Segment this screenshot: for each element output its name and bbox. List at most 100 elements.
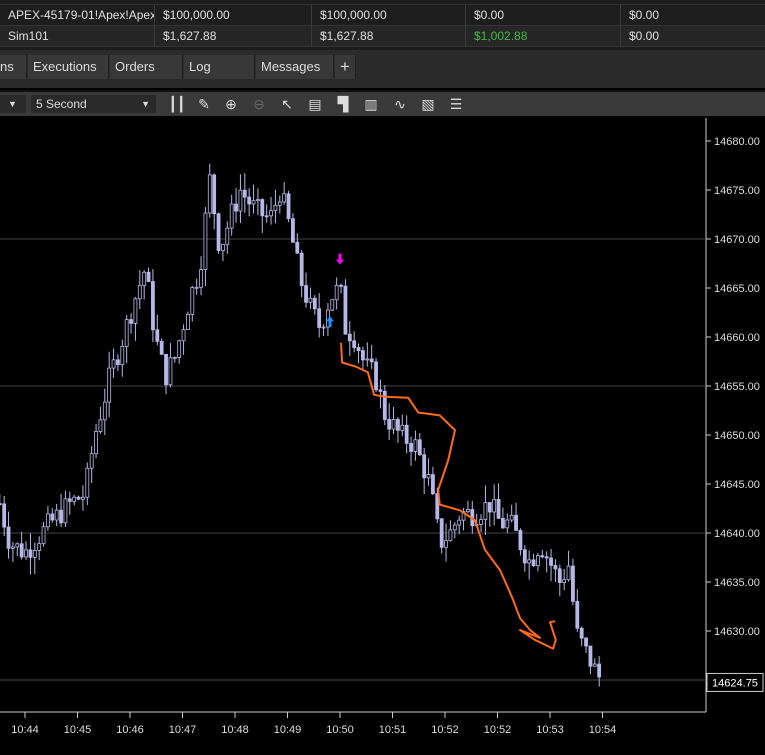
candle-body [137, 285, 142, 300]
cell: $0.00 [629, 29, 660, 43]
candle-body [339, 284, 343, 287]
time-tick-label: 10:45 [64, 724, 92, 736]
indicators-icon[interactable]: ▥ [362, 95, 380, 113]
candle-body [76, 496, 81, 500]
table-row[interactable]: APEX-45179-01!Apex!Apex $100,000.00 $100… [0, 5, 765, 26]
price-tick-label: 14670.00 [714, 234, 760, 246]
candle-body [562, 579, 567, 583]
zoom-in-icon[interactable]: ⊕ [222, 95, 240, 113]
cell: $1,002.88 [466, 26, 621, 47]
tab-positions[interactable]: ns [0, 55, 27, 79]
candle-body [514, 514, 518, 531]
candle-body [501, 517, 505, 529]
candle-body [378, 389, 383, 392]
price-tick-label: 14640.00 [714, 528, 760, 540]
candle-body [85, 467, 90, 498]
candle-body [46, 513, 50, 528]
sell-arrow-icon [336, 253, 344, 265]
candle-body [11, 546, 15, 549]
table-row[interactable]: Sim101 $1,627.88 $1,627.88 $1,002.88 $0.… [0, 26, 765, 47]
pencil-draw-icon[interactable]: ✎ [195, 95, 213, 113]
candle-body [260, 199, 265, 217]
zoom-out-icon[interactable]: ⊖ [250, 95, 268, 113]
candle-body [413, 439, 418, 452]
price-tick-label: 14665.00 [714, 283, 760, 295]
time-tick-label: 10:54 [589, 724, 617, 736]
candle-body [37, 543, 42, 551]
candle-body [120, 346, 125, 366]
bar-type-icon[interactable]: ┃┃ [168, 95, 186, 113]
candle-body [522, 549, 527, 564]
candle-body [566, 565, 571, 581]
add-tab-button[interactable]: + [335, 55, 356, 79]
candle-body [177, 340, 182, 358]
candle-body [181, 329, 186, 342]
candle-body [304, 285, 308, 303]
candle-body [343, 285, 348, 335]
candle-body [409, 443, 413, 452]
candle-body [168, 357, 173, 386]
candle-body [597, 663, 602, 678]
candle-body [492, 498, 497, 513]
tab-bar: ns Executions Orders Log Messages + [0, 50, 765, 88]
candle-body [431, 474, 435, 495]
candle-body [549, 557, 553, 566]
candle-body [540, 555, 545, 558]
candle-body [299, 252, 304, 286]
candle-body [54, 509, 59, 521]
candle-body [129, 319, 133, 324]
price-chart[interactable]: 14680.00 14675.00 14670.00 14665.00 14660.00… [0, 118, 765, 755]
instrument-dropdown[interactable]: ▼ [0, 95, 26, 113]
tab-executions[interactable]: Executions [28, 55, 109, 79]
candle-body [67, 498, 72, 502]
candle-body [277, 201, 282, 206]
chart-trader-icon[interactable]: ▜ [334, 95, 352, 113]
candle-body [592, 663, 597, 667]
pointer-icon[interactable]: ↖ [278, 95, 296, 113]
candle-body [41, 526, 46, 545]
cell: $0.00 [466, 5, 621, 26]
candle-body [32, 550, 37, 558]
candle-body [89, 453, 94, 469]
interval-dropdown[interactable]: 5 Second ▼ [31, 95, 156, 113]
strategies-icon[interactable]: ∿ [391, 95, 409, 113]
candle-body [509, 514, 514, 521]
candle-body [321, 326, 326, 329]
last-price-label: 14624.75 [712, 677, 758, 689]
candle-body [365, 358, 370, 361]
candle-body [553, 565, 558, 570]
candle-body [142, 271, 147, 286]
candle-body [352, 340, 357, 348]
tab-orders[interactable]: Orders [110, 55, 183, 79]
time-tick-label: 10:52 [484, 724, 512, 736]
candle-body [151, 281, 155, 331]
candle-body [557, 568, 562, 583]
candle-body [426, 474, 431, 479]
data-box-icon[interactable]: ▤ [306, 95, 324, 113]
candle-body [194, 286, 199, 289]
candle-body [286, 193, 291, 220]
candle-body [347, 333, 352, 342]
templates-icon[interactable]: ☰ [447, 95, 465, 113]
candle-body [330, 299, 335, 311]
candle-body [544, 556, 549, 559]
candle-body [374, 361, 378, 391]
candle-body [391, 419, 396, 430]
properties-icon[interactable]: ▧ [419, 95, 437, 113]
candle-body [94, 431, 98, 455]
time-tick-label: 10:50 [326, 724, 354, 736]
candle-body [444, 540, 448, 548]
candle-body [102, 401, 107, 421]
time-tick-label: 10:47 [169, 724, 197, 736]
candle-body [116, 359, 120, 366]
candle-body [496, 498, 501, 519]
candle-body [269, 210, 273, 217]
candle-body [452, 524, 457, 531]
tab-messages[interactable]: Messages [256, 55, 334, 79]
candle-body [439, 518, 444, 548]
tab-log[interactable]: Log [184, 55, 255, 79]
candle-body [251, 200, 256, 205]
candle-body [15, 543, 20, 548]
candle-body [212, 174, 217, 215]
candle-body [242, 189, 247, 198]
